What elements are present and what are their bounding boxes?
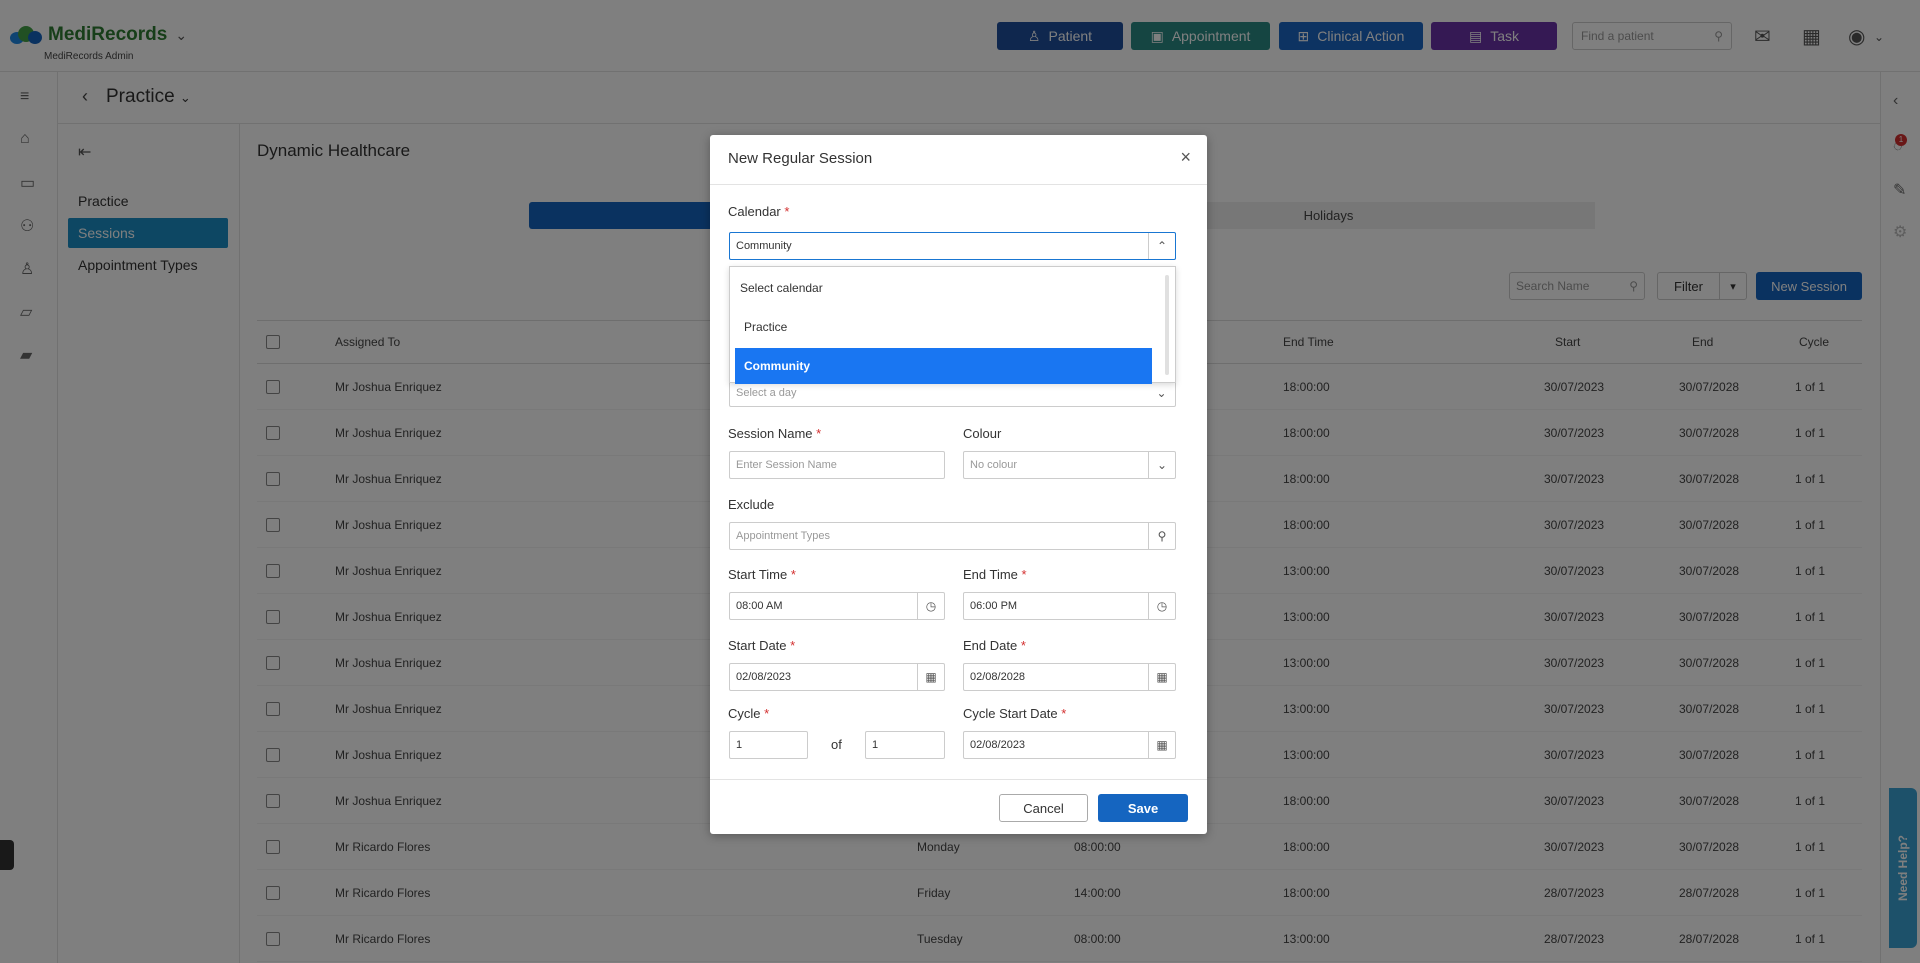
option-select-calendar[interactable]: Select calendar <box>735 270 1152 306</box>
exclude-appointment-types-input[interactable]: Appointment Types ⚲ <box>729 522 1176 550</box>
calendar-icon[interactable]: ▦ <box>1148 732 1175 758</box>
dialog-header: New Regular Session × <box>710 135 1207 185</box>
cycle-start-date-label: Cycle Start Date * <box>963 706 1067 721</box>
cycle-label: Cycle * <box>728 706 770 721</box>
chevron-down-icon[interactable]: ⌄ <box>1148 452 1175 478</box>
calendar-icon[interactable]: ▦ <box>1148 664 1175 690</box>
start-time-label: Start Time * <box>728 567 796 582</box>
chevron-up-icon[interactable]: ⌃ <box>1148 233 1175 259</box>
option-community[interactable]: Community <box>735 348 1152 384</box>
clock-icon[interactable]: ◷ <box>917 593 944 619</box>
of-label: of <box>831 737 842 752</box>
chevron-down-icon[interactable]: ⌄ <box>1148 380 1175 406</box>
start-date-input[interactable]: 02/08/2023 ▦ <box>729 663 945 691</box>
save-button[interactable]: Save <box>1098 794 1188 822</box>
exclude-label: Exclude <box>728 497 775 512</box>
new-session-dialog: New Regular Session × Calendar * Communi… <box>710 135 1207 834</box>
clock-icon[interactable]: ◷ <box>1148 593 1175 619</box>
cancel-button[interactable]: Cancel <box>999 794 1088 822</box>
start-date-label: Start Date * <box>728 638 796 653</box>
dropdown-scrollbar[interactable] <box>1165 275 1169 375</box>
colour-label: Colour <box>963 426 1002 441</box>
calendar-select[interactable]: Community ⌃ <box>729 232 1176 260</box>
colour-select[interactable]: No colour ⌄ <box>963 451 1176 479</box>
end-date-label: End Date * <box>963 638 1026 653</box>
cycle-start-date-input[interactable]: 02/08/2023 ▦ <box>963 731 1176 759</box>
option-practice[interactable]: Practice <box>735 309 1152 345</box>
calendar-icon[interactable]: ▦ <box>917 664 944 690</box>
calendar-label: Calendar * <box>728 204 790 219</box>
cycle-of-input[interactable]: 1 <box>865 731 945 759</box>
end-date-input[interactable]: 02/08/2028 ▦ <box>963 663 1176 691</box>
close-icon[interactable]: × <box>1180 147 1191 168</box>
search-icon[interactable]: ⚲ <box>1148 523 1175 549</box>
session-name-label: Session Name * <box>728 426 822 441</box>
end-time-label: End Time * <box>963 567 1027 582</box>
cycle-input[interactable]: 1 <box>729 731 808 759</box>
end-time-input[interactable]: 06:00 PM ◷ <box>963 592 1176 620</box>
dialog-title: New Regular Session <box>728 150 873 167</box>
start-time-input[interactable]: 08:00 AM ◷ <box>729 592 945 620</box>
session-name-input[interactable]: Enter Session Name <box>729 451 945 479</box>
calendar-dropdown-list: Select calendar Practice Community <box>729 266 1176 384</box>
dialog-footer: Cancel Save <box>710 779 1207 834</box>
